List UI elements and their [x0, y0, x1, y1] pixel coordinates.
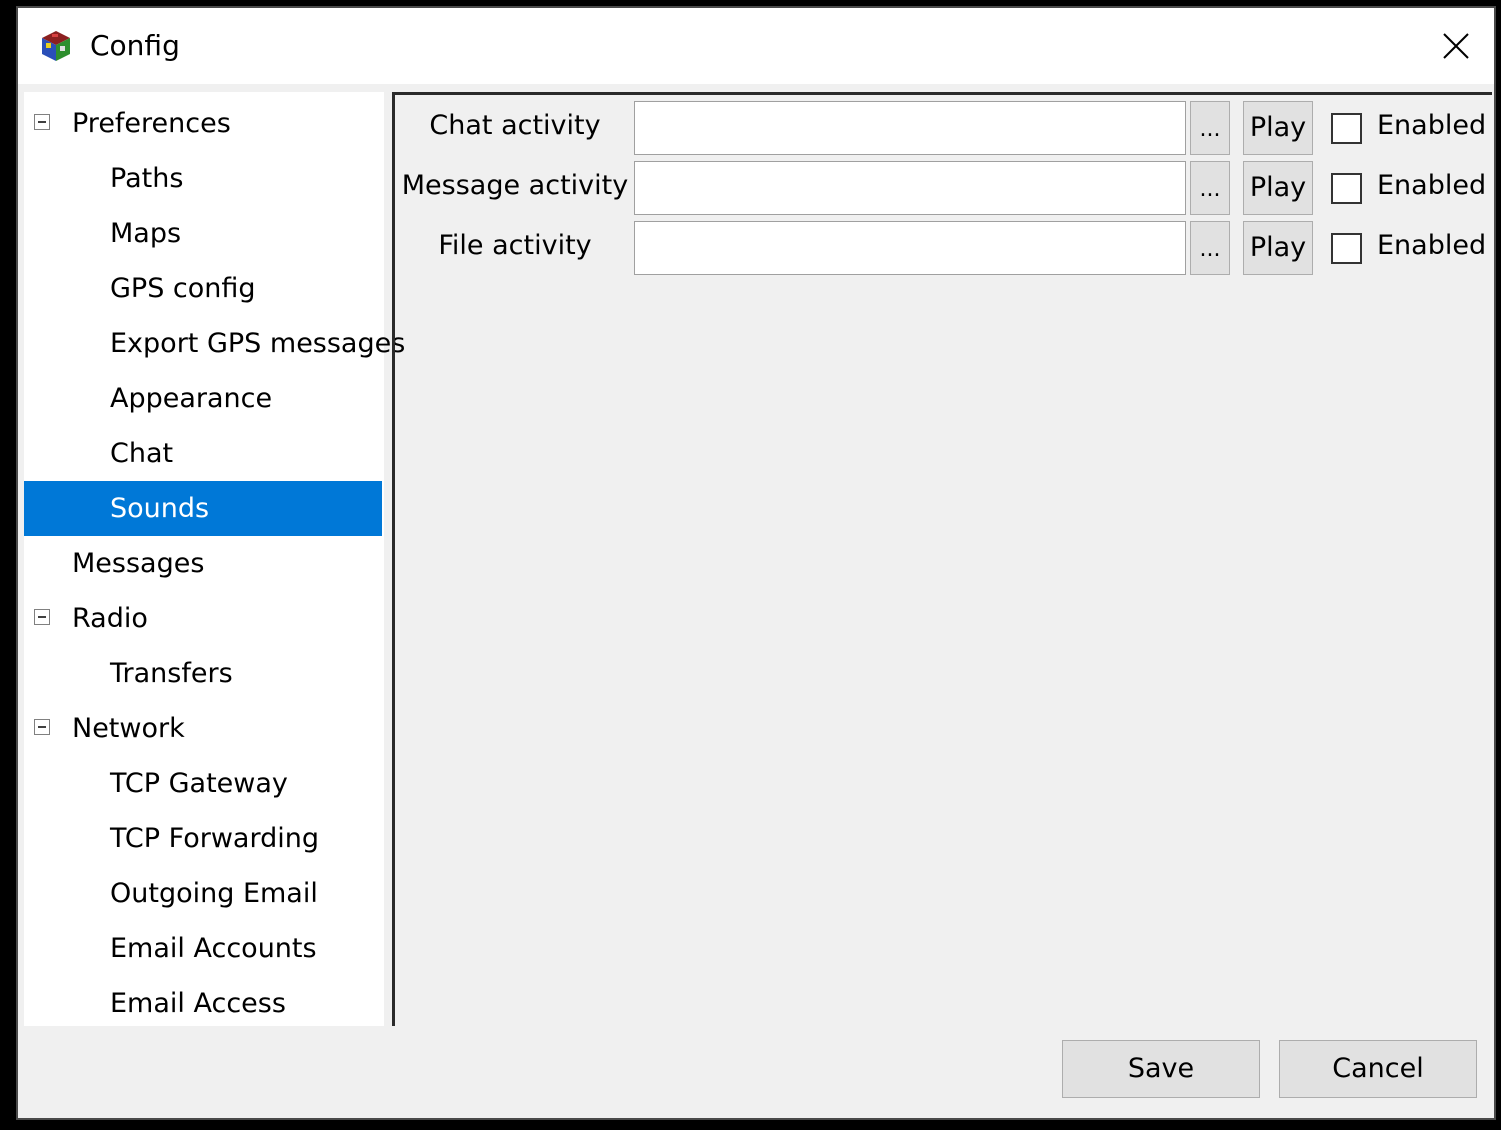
- tree-item-label: Radio: [72, 603, 148, 634]
- tree-item-label: Transfers: [110, 658, 233, 689]
- tree-item-label: Outgoing Email: [110, 878, 318, 909]
- tree-item-label: Export GPS messages: [110, 328, 406, 359]
- window-title: Config: [90, 29, 180, 62]
- tree-item-label: Maps: [110, 218, 182, 249]
- tree-item-label: Appearance: [110, 383, 273, 414]
- tree-item-label: Network: [72, 713, 185, 744]
- browse-button[interactable]: ...: [1190, 101, 1230, 155]
- tree-item-gps-config[interactable]: GPS config: [24, 261, 382, 316]
- sound-row-chat-activity: Chat activity... Play Enabled: [395, 97, 1495, 155]
- tree-item-label: Email Access: [110, 988, 286, 1019]
- close-icon: [1443, 33, 1469, 59]
- tree-item-label: Paths: [110, 163, 184, 194]
- save-button[interactable]: Save: [1062, 1040, 1260, 1098]
- tree-item-messages[interactable]: Messages: [24, 536, 382, 591]
- play-button-label: Play: [1249, 232, 1307, 263]
- sounds-panel: Chat activity... Play Enabled Message activ…: [392, 92, 1492, 1026]
- tree-item-tcp-forwarding[interactable]: TCP Forwarding: [24, 811, 382, 866]
- enabled-checkbox[interactable]: [1331, 233, 1362, 264]
- sound-row-file-activity: File activity... Play Enabled: [395, 217, 1495, 275]
- sound-row-message-activity: Message activity... Play Enabled: [395, 157, 1495, 215]
- tree-item-label: TCP Forwarding: [110, 823, 319, 854]
- sound-path-input[interactable]: [634, 221, 1186, 275]
- tree-item-email-access[interactable]: Email Access: [24, 976, 382, 1031]
- settings-tree[interactable]: Preferences Paths Maps GPS config Export GPS…: [24, 92, 405, 1026]
- tree-item-label: Email Accounts: [110, 933, 317, 964]
- play-button-label: Play: [1249, 112, 1307, 143]
- collapse-icon[interactable]: [34, 114, 50, 130]
- tree-item-email-accounts[interactable]: Email Accounts: [24, 921, 382, 976]
- cancel-button[interactable]: Cancel: [1279, 1040, 1477, 1098]
- enabled-label: Enabled: [1377, 230, 1487, 261]
- tree-item-export-gps-messages[interactable]: Export GPS messages: [24, 316, 405, 371]
- sound-label: Message activity: [401, 170, 629, 201]
- tree-item-label: GPS config: [110, 273, 256, 304]
- enabled-label: Enabled: [1377, 110, 1487, 141]
- tree-item-label: TCP Gateway: [110, 768, 288, 799]
- play-button-label: Play: [1249, 172, 1307, 203]
- sound-path-input[interactable]: [634, 101, 1186, 155]
- tree-item-outgoing-email[interactable]: Outgoing Email: [24, 866, 382, 921]
- tree-item-radio[interactable]: Radio: [24, 591, 382, 646]
- play-button[interactable]: Play: [1243, 101, 1313, 155]
- play-button[interactable]: Play: [1243, 161, 1313, 215]
- collapse-icon[interactable]: [34, 609, 50, 625]
- tree-item-sounds[interactable]: Sounds: [24, 481, 382, 536]
- tree-item-network[interactable]: Network: [24, 701, 382, 756]
- sound-label: Chat activity: [429, 110, 601, 141]
- browse-button[interactable]: ...: [1190, 221, 1230, 275]
- browse-button[interactable]: ...: [1190, 161, 1230, 215]
- cancel-button-label: Cancel: [1332, 1053, 1424, 1084]
- tree-item-paths[interactable]: Paths: [24, 151, 382, 206]
- save-button-label: Save: [1127, 1053, 1195, 1084]
- tree-item-tcp-gateway[interactable]: TCP Gateway: [24, 756, 382, 811]
- config-window: Config Preferences Paths Maps GPS config Exp…: [16, 6, 1496, 1120]
- tree-item-label: Sounds: [110, 493, 210, 524]
- cube-app-icon: [42, 31, 70, 61]
- enabled-checkbox[interactable]: [1331, 173, 1362, 204]
- title-bar[interactable]: Config: [18, 8, 1494, 84]
- tree-item-transfers[interactable]: Transfers: [24, 646, 382, 701]
- tree-item-preferences[interactable]: Preferences: [24, 96, 382, 151]
- play-button[interactable]: Play: [1243, 221, 1313, 275]
- sound-path-input[interactable]: [634, 161, 1186, 215]
- collapse-icon[interactable]: [34, 719, 50, 735]
- tree-item-label: Preferences: [72, 108, 231, 139]
- close-button[interactable]: [1418, 8, 1494, 84]
- tree-item-chat[interactable]: Chat: [24, 426, 382, 481]
- tree-item-appearance[interactable]: Appearance: [24, 371, 382, 426]
- sound-label: File activity: [438, 230, 592, 261]
- tree-item-maps[interactable]: Maps: [24, 206, 382, 261]
- enabled-label: Enabled: [1377, 170, 1487, 201]
- tree-item-label: Chat: [110, 438, 174, 469]
- tree-item-label: Messages: [72, 548, 205, 579]
- enabled-checkbox[interactable]: [1331, 113, 1362, 144]
